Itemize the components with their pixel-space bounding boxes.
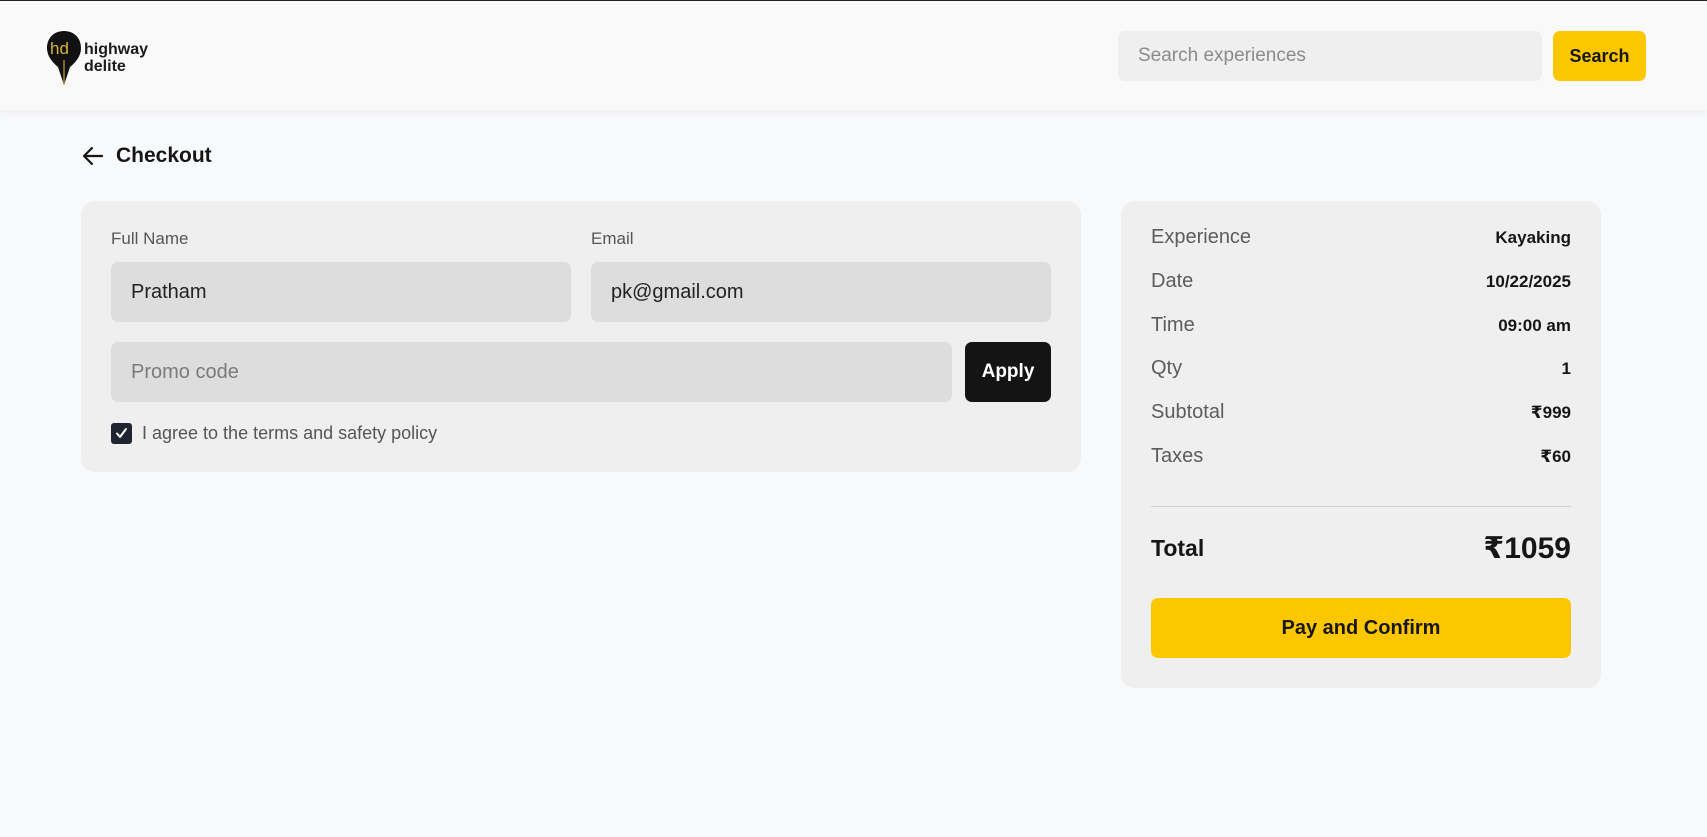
checkout-form-card: Full Name Email Apply I agree to the ter… bbox=[81, 201, 1081, 472]
summary-value: 09:00 am bbox=[1498, 315, 1571, 335]
search-input[interactable] bbox=[1118, 31, 1542, 81]
summary-row-experience: Experience Kayaking bbox=[1151, 226, 1571, 249]
total-label: Total bbox=[1151, 535, 1205, 561]
full-name-label: Full Name bbox=[111, 229, 189, 248]
email-input[interactable] bbox=[591, 262, 1051, 322]
apply-promo-button[interactable]: Apply bbox=[965, 342, 1051, 402]
summary-key: Experience bbox=[1151, 226, 1252, 248]
summary-divider bbox=[1151, 506, 1571, 507]
summary-key: Subtotal bbox=[1151, 401, 1225, 423]
email-label: Email bbox=[591, 229, 634, 248]
brand-logo[interactable]: hd highway delite bbox=[46, 30, 148, 86]
map-pin-logo-icon: hd bbox=[47, 31, 81, 85]
pay-and-confirm-button[interactable]: Pay and Confirm bbox=[1151, 598, 1571, 658]
summary-row-subtotal: Subtotal ₹999 bbox=[1151, 401, 1571, 424]
summary-key: Qty bbox=[1151, 357, 1183, 379]
full-name-input[interactable] bbox=[111, 262, 571, 322]
summary-key: Taxes bbox=[1151, 445, 1204, 467]
summary-row-date: Date 10/22/2025 bbox=[1151, 270, 1571, 293]
terms-agreement[interactable]: I agree to the terms and safety policy bbox=[111, 423, 437, 444]
summary-total-row: Total ₹1059 bbox=[1151, 531, 1571, 566]
summary-key: Date bbox=[1151, 270, 1194, 292]
brand-name-line2: delite bbox=[84, 58, 126, 75]
svg-text:hd: hd bbox=[50, 39, 69, 58]
summary-value: Kayaking bbox=[1495, 227, 1571, 247]
promo-code-input[interactable] bbox=[111, 342, 952, 402]
page-heading: Checkout bbox=[82, 144, 212, 168]
terms-label: I agree to the terms and safety policy bbox=[142, 423, 438, 443]
summary-row-time: Time 09:00 am bbox=[1151, 314, 1571, 337]
summary-value: ₹999 bbox=[1530, 402, 1571, 422]
summary-value: ₹60 bbox=[1540, 446, 1571, 466]
arrow-left-icon[interactable] bbox=[82, 145, 104, 167]
summary-value: 1 bbox=[1561, 358, 1571, 378]
checkmark-icon bbox=[116, 428, 127, 438]
top-header: hd highway delite Search bbox=[0, 1, 1707, 110]
brand-name: highway delite bbox=[84, 41, 148, 75]
summary-value: 10/22/2025 bbox=[1485, 271, 1571, 291]
search-button[interactable]: Search bbox=[1553, 31, 1646, 81]
summary-row-qty: Qty 1 bbox=[1151, 357, 1571, 380]
summary-key: Time bbox=[1151, 314, 1195, 336]
page-title: Checkout bbox=[116, 144, 212, 167]
terms-checkbox[interactable] bbox=[111, 423, 132, 444]
order-summary-card: Experience Kayaking Date 10/22/2025 Time… bbox=[1121, 201, 1601, 688]
brand-name-line1: highway bbox=[84, 41, 149, 58]
summary-row-taxes: Taxes ₹60 bbox=[1151, 445, 1571, 468]
total-value: ₹1059 bbox=[1483, 532, 1571, 565]
